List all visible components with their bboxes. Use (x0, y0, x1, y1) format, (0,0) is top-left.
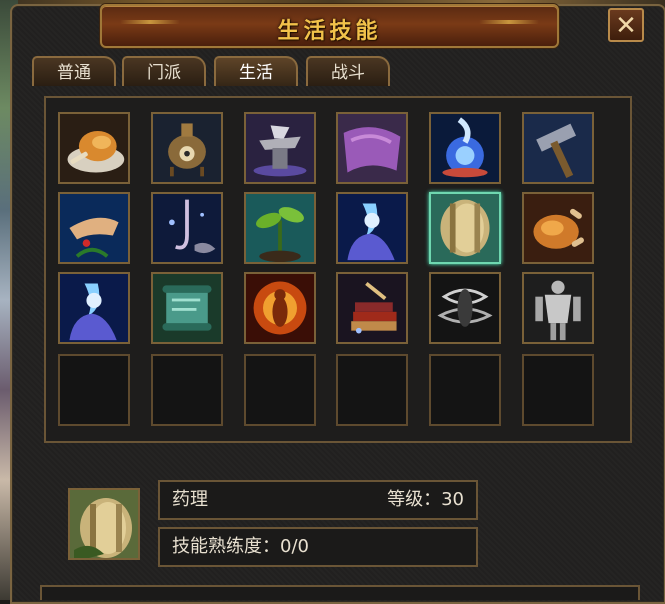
skill-slot[interactable] (336, 192, 408, 264)
hammer-icon (524, 114, 592, 182)
skill-slot[interactable] (429, 192, 501, 264)
tab-general[interactable]: 普通 (32, 56, 116, 86)
fire-aura-icon (246, 274, 314, 342)
empty-skill-slot[interactable] (244, 354, 316, 426)
empty-skill-slot[interactable] (336, 354, 408, 426)
skill-slot[interactable] (151, 112, 223, 184)
book-crafting-icon (338, 274, 406, 342)
skill-level: 等级：30 (387, 489, 464, 510)
skill-slot[interactable] (151, 272, 223, 344)
skill-slot[interactable] (244, 112, 316, 184)
skill-slot[interactable] (336, 272, 408, 344)
tab-sect[interactable]: 门派 (122, 56, 206, 86)
window-title-bar[interactable]: 生活技能 (100, 4, 559, 48)
tab-combat[interactable]: 战斗 (306, 56, 390, 86)
skill-grid (44, 96, 632, 443)
sprout-icon (246, 194, 314, 262)
selected-skill-icon (68, 488, 140, 560)
empty-skill-slot[interactable] (522, 354, 594, 426)
skill-proficiency: 技能熟练度：0/0 (172, 536, 309, 557)
bottom-panel (40, 585, 640, 600)
skill-slot[interactable] (522, 272, 594, 344)
empty-skill-slot[interactable] (58, 354, 130, 426)
scroll-icon (153, 274, 221, 342)
herb-picking-icon (60, 194, 128, 262)
skill-slot[interactable] (522, 112, 594, 184)
skill-slot[interactable] (429, 272, 501, 344)
tab-life[interactable]: 生活 (214, 56, 298, 86)
skill-slot[interactable] (151, 192, 223, 264)
fishing-hook-icon (153, 194, 221, 262)
skill-slot[interactable] (244, 192, 316, 264)
alchemy-furnace-icon (153, 114, 221, 182)
blue-flame-hand-icon (60, 274, 128, 342)
glowing-orb-icon (431, 114, 499, 182)
close-button[interactable]: ✕ (608, 8, 644, 42)
skill-slot[interactable] (244, 272, 316, 344)
skill-name-field: 药理 等级：30 (158, 480, 478, 520)
skill-slot[interactable] (58, 272, 130, 344)
skill-slot[interactable] (522, 192, 594, 264)
anvil-icon (246, 114, 314, 182)
skill-slot[interactable] (336, 112, 408, 184)
blue-flame-hand-icon (338, 194, 406, 262)
skill-name: 药理 (172, 489, 208, 510)
roast-turkey-icon (524, 194, 592, 262)
millstone-icon (431, 194, 499, 262)
skill-slot[interactable] (429, 112, 501, 184)
window-title: 生活技能 (277, 19, 382, 44)
skill-slot[interactable] (58, 112, 130, 184)
skill-proficiency-field: 技能熟练度：0/0 (158, 527, 478, 567)
empty-skill-slot[interactable] (151, 354, 223, 426)
muscle-statue-icon (524, 274, 592, 342)
empty-skill-slot[interactable] (429, 354, 501, 426)
skill-slot[interactable] (58, 192, 130, 264)
tailoring-cloth-icon (338, 114, 406, 182)
roast-chicken-icon (60, 114, 128, 182)
wind-aura-icon (431, 274, 499, 342)
